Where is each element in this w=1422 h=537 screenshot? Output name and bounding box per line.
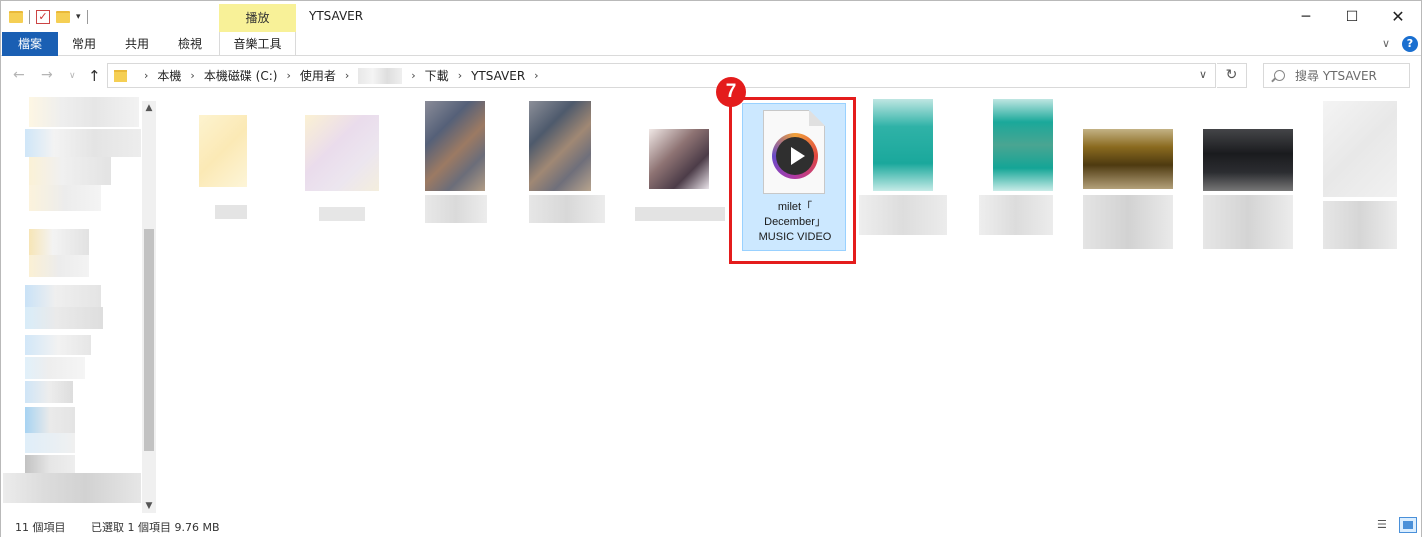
scroll-up-arrow-icon[interactable]: ▲ [142,101,156,115]
nav-item-blurred[interactable] [25,129,141,157]
recent-locations-chevron-icon[interactable]: ∨ [69,71,76,81]
nav-item-blurred[interactable] [29,185,101,211]
tab-file[interactable]: 檔案 [2,32,58,56]
minimize-button[interactable]: ─ [1283,1,1329,33]
chevron-down-icon[interactable]: ∨ [1382,37,1390,50]
navigation-pane: ▲ ▼ [1,95,159,515]
file-thumbnail-blurred[interactable] [1323,101,1397,197]
nav-item-blurred[interactable] [3,473,141,503]
breadcrumb-ytsaver[interactable]: YTSAVER [471,69,525,83]
address-history-chevron-icon[interactable]: ∨ [1199,68,1207,81]
status-bar: 11 個項目 已選取 1 個項目 9.76 MB ☰ [1,515,1421,537]
file-thumbnail-blurred[interactable] [993,99,1053,191]
file-label-blurred [1323,201,1397,249]
file-label-blurred [529,195,605,223]
file-label-blurred [635,207,725,221]
breadcrumb-separator[interactable]: › [190,69,194,82]
ribbon-tabs: 檔案 常用 共用 檢視 音樂工具 ∨ ? [1,32,1421,56]
toolbar-divider [29,10,30,24]
nav-item-blurred[interactable] [25,455,75,473]
explorer-window: ✓ ▾ 播放 YTSAVER ─ ☐ ✕ 檔案 常用 共用 檢視 音樂工具 ∨ … [0,0,1422,537]
breadcrumb-separator[interactable]: › [144,69,148,82]
breadcrumb-separator[interactable]: › [411,69,415,82]
new-folder-icon[interactable] [56,11,70,23]
file-label-blurred [979,195,1053,235]
breadcrumb-local-disk[interactable]: 本機磁碟 (C:) [204,67,278,84]
file-thumbnail-blurred[interactable] [1083,129,1173,189]
close-button[interactable]: ✕ [1375,1,1421,33]
nav-item-blurred[interactable] [25,335,91,355]
search-icon [1274,70,1285,81]
file-label-blurred [215,205,247,219]
breadcrumb-users[interactable]: 使用者 [300,67,336,84]
folder-icon [114,69,127,82]
large-icons-view-icon[interactable] [1399,517,1417,533]
folder-icon[interactable] [9,11,23,23]
file-label-blurred [1083,195,1173,249]
step-highlight-box [729,97,856,264]
customize-toolbar-dropdown-icon[interactable]: ▾ [76,12,81,22]
file-label-blurred [859,195,947,235]
nav-item-blurred[interactable] [29,97,139,127]
properties-check-icon[interactable]: ✓ [36,10,50,24]
nav-item-blurred[interactable] [29,157,111,185]
navigation-pane-scrollbar[interactable]: ▲ ▼ [142,101,156,513]
breadcrumb-separator[interactable]: › [534,69,538,82]
navigation-bar: ← → ∨ ↑ › 本機 › 本機磁碟 (C:) › 使用者 › › 下載 › … [1,57,1421,95]
up-arrow-icon[interactable]: ↑ [88,67,101,85]
scrollbar-thumb[interactable] [144,229,154,451]
item-count: 11 個項目 [15,521,66,534]
tab-home[interactable]: 常用 [63,32,105,56]
nav-item-blurred[interactable] [25,381,73,403]
file-thumbnail-blurred[interactable] [529,101,591,191]
file-thumbnail-blurred[interactable] [305,115,379,191]
file-thumbnail-blurred[interactable] [199,115,247,187]
tab-music-tools[interactable]: 音樂工具 [219,32,296,56]
file-thumbnail-blurred[interactable] [649,129,709,189]
search-input[interactable]: 搜尋 YTSAVER [1263,63,1410,88]
maximize-button[interactable]: ☐ [1329,1,1375,33]
nav-item-blurred[interactable] [25,357,85,379]
scroll-down-arrow-icon[interactable]: ▼ [142,499,156,513]
address-bar[interactable]: › 本機 › 本機磁碟 (C:) › 使用者 › › 下載 › YTSAVER … [107,63,1216,88]
nav-item-blurred[interactable] [25,407,75,433]
file-label-blurred [1203,195,1293,249]
details-view-icon[interactable]: ☰ [1377,518,1393,532]
file-thumbnail-blurred[interactable] [873,99,933,191]
tab-share[interactable]: 共用 [116,32,158,56]
nav-item-blurred[interactable] [25,433,75,453]
refresh-icon[interactable]: ↻ [1217,63,1247,88]
window-title: YTSAVER [309,9,364,23]
help-icon[interactable]: ? [1402,36,1418,52]
nav-item-blurred[interactable] [29,229,89,255]
title-bar: ✓ ▾ 播放 YTSAVER ─ ☐ ✕ [1,1,1421,33]
step-number-badge: 7 [716,77,746,107]
breadcrumb-separator[interactable]: › [286,69,290,82]
breadcrumb-username-blurred[interactable] [358,67,403,84]
breadcrumb-separator[interactable]: › [458,69,462,82]
nav-item-blurred[interactable] [25,307,103,329]
back-arrow-icon[interactable]: ← [13,67,25,83]
selection-info: 已選取 1 個項目 9.76 MB [91,521,220,534]
breadcrumb-this-pc[interactable]: 本機 [157,67,181,84]
file-thumbnail-blurred[interactable] [1203,129,1293,191]
nav-item-blurred[interactable] [29,255,89,277]
file-label-blurred [319,207,365,221]
forward-arrow-icon[interactable]: → [41,67,53,83]
quick-access-toolbar: ✓ ▾ [9,7,88,27]
search-placeholder: 搜尋 YTSAVER [1295,69,1377,83]
tab-view[interactable]: 檢視 [169,32,211,56]
nav-item-blurred[interactable] [25,285,101,307]
toolbar-divider [86,10,88,24]
breadcrumb-downloads[interactable]: 下載 [425,67,449,84]
context-tab-group-play: 播放 [219,4,296,32]
file-thumbnail-blurred[interactable] [425,101,485,191]
file-label-blurred [425,195,487,223]
breadcrumb-separator[interactable]: › [345,69,349,82]
